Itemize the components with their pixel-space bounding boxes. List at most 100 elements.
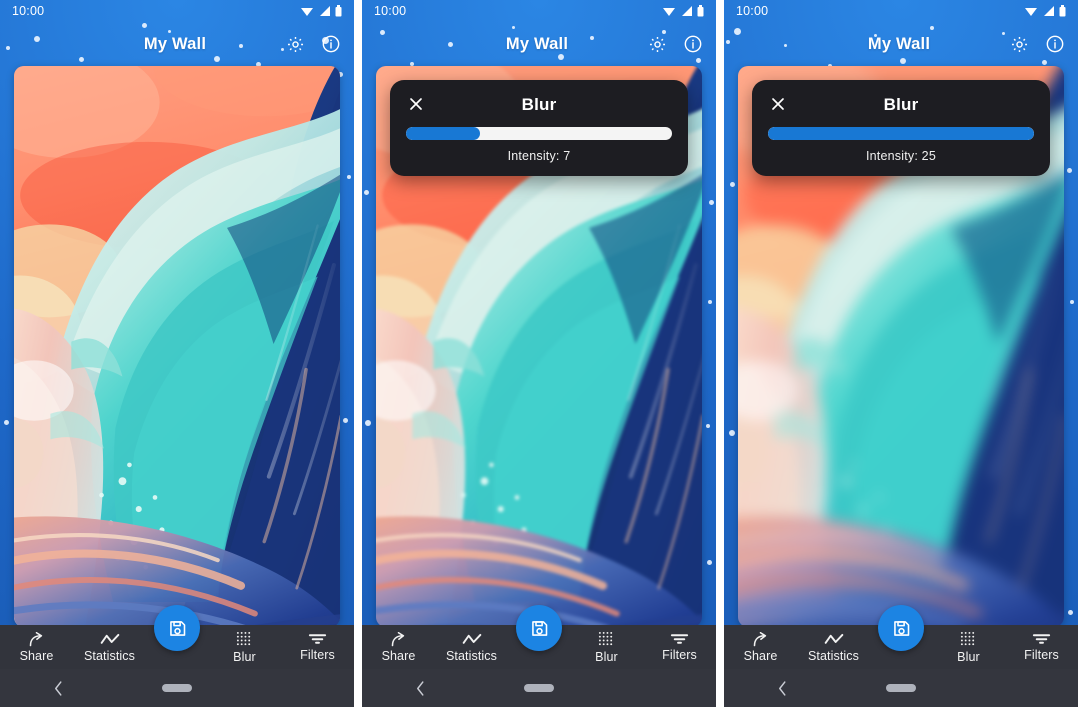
nav-item-blur[interactable]: Blur (208, 631, 281, 664)
blur-dialog: Blur Intensity: 25 (752, 80, 1050, 176)
filter-icon (670, 632, 689, 646)
nav-item-filters[interactable]: Filters (1005, 632, 1078, 662)
wallpaper-preview[interactable] (14, 66, 340, 627)
nav-label-filters: Filters (300, 648, 335, 662)
phone-panel-blur-low: 10:00 My Wall Blur Intensity: 7 Share St… (362, 0, 716, 707)
nav-label-blur: Blur (233, 649, 256, 664)
nav-item-statistics[interactable]: Statistics (435, 632, 508, 663)
signal-icon (318, 5, 331, 17)
nav-item-share[interactable]: Share (724, 631, 797, 663)
battery-icon (1059, 5, 1066, 17)
wifi-icon (1024, 5, 1038, 17)
save-icon (529, 618, 550, 639)
blur-dialog-header: Blur (768, 92, 1034, 118)
blur-dialog-header: Blur (406, 92, 672, 118)
close-icon[interactable] (406, 94, 426, 114)
status-bar: 10:00 (362, 0, 716, 22)
blur-intensity-value: Intensity: 7 (507, 149, 571, 163)
system-gesture-bar (724, 669, 1078, 707)
gear-icon[interactable] (284, 33, 306, 55)
nav-item-statistics[interactable]: Statistics (73, 632, 146, 663)
status-bar: 10:00 (724, 0, 1078, 22)
nav-label-statistics: Statistics (807, 648, 859, 663)
nav-item-blur[interactable]: Blur (932, 631, 1005, 664)
nav-item-blur[interactable]: Blur (570, 631, 643, 664)
nav-item-share[interactable]: Share (362, 631, 435, 663)
page-title: My Wall (867, 34, 931, 53)
blur-slider-fill (768, 127, 1034, 140)
blur-dialog: Blur Intensity: 7 (390, 80, 688, 176)
page-title: My Wall (505, 34, 569, 53)
nav-item-share[interactable]: Share (0, 631, 73, 663)
gear-icon[interactable] (1008, 33, 1030, 55)
app-bar-actions (646, 33, 704, 55)
close-icon[interactable] (768, 94, 788, 114)
info-circle-icon[interactable] (1044, 33, 1066, 55)
home-pill-icon[interactable] (479, 684, 599, 692)
home-pill-icon[interactable] (117, 684, 237, 692)
phone-panel-original: 10:00 My Wall Share Statistics Blur Filt… (0, 0, 354, 707)
save-icon (891, 618, 912, 639)
share-icon (27, 631, 46, 647)
system-gesture-bar (362, 669, 716, 707)
nav-item-filters[interactable]: Filters (643, 632, 716, 662)
chart-line-icon (462, 632, 482, 647)
status-time: 10:00 (12, 4, 45, 18)
wifi-icon (300, 5, 314, 17)
filter-icon (308, 632, 327, 646)
app-bar: My Wall (724, 24, 1078, 64)
signal-icon (680, 5, 693, 17)
save-button[interactable] (154, 605, 200, 651)
home-pill-icon[interactable] (841, 684, 961, 692)
gear-icon[interactable] (646, 33, 668, 55)
app-bar-actions (1008, 33, 1066, 55)
save-button[interactable] (516, 605, 562, 651)
wifi-icon (662, 5, 676, 17)
app-bar: My Wall (0, 24, 354, 64)
nav-label-statistics: Statistics (83, 648, 135, 663)
info-circle-icon[interactable] (682, 33, 704, 55)
phone-screenshot-row: 10:00 My Wall Share Statistics Blur Filt… (0, 0, 1080, 707)
battery-icon (697, 5, 704, 17)
dot-grid-icon (960, 631, 977, 648)
blur-intensity-slider[interactable] (768, 127, 1034, 140)
phone-panel-blur-high: 10:00 My Wall Blur Intensity: 25 Share S… (724, 0, 1078, 707)
app-bar: My Wall (362, 24, 716, 64)
chevron-left-icon[interactable] (0, 680, 117, 697)
status-bar: 10:00 (0, 0, 354, 22)
status-time: 10:00 (374, 4, 407, 18)
dot-grid-icon (236, 631, 253, 648)
filter-icon (1032, 632, 1051, 646)
signal-icon (1042, 5, 1055, 17)
blur-slider-fill (406, 127, 481, 140)
share-icon (751, 631, 770, 647)
status-icons (300, 5, 342, 17)
blur-dialog-title: Blur (521, 95, 557, 114)
dot-grid-icon (598, 631, 615, 648)
wallpaper-image (14, 66, 340, 627)
nav-label-share: Share (381, 648, 416, 663)
status-icons (662, 5, 704, 17)
blur-intensity-slider[interactable] (406, 127, 672, 140)
chart-line-icon (824, 632, 844, 647)
nav-item-filters[interactable]: Filters (281, 632, 354, 662)
nav-label-filters: Filters (1024, 648, 1059, 662)
chevron-left-icon[interactable] (362, 680, 479, 697)
blur-intensity-value: Intensity: 25 (865, 149, 936, 163)
nav-label-blur: Blur (595, 649, 618, 664)
share-icon (389, 631, 408, 647)
info-circle-icon[interactable] (320, 33, 342, 55)
nav-item-statistics[interactable]: Statistics (797, 632, 870, 663)
save-button[interactable] (878, 605, 924, 651)
system-gesture-bar (0, 669, 354, 707)
nav-label-filters: Filters (662, 648, 697, 662)
chart-line-icon (100, 632, 120, 647)
blur-dialog-title: Blur (883, 95, 919, 114)
nav-label-share: Share (743, 648, 778, 663)
chevron-left-icon[interactable] (724, 680, 841, 697)
save-icon (167, 618, 188, 639)
nav-label-blur: Blur (957, 649, 980, 664)
page-title: My Wall (143, 34, 207, 53)
nav-label-statistics: Statistics (445, 648, 497, 663)
status-time: 10:00 (736, 4, 769, 18)
